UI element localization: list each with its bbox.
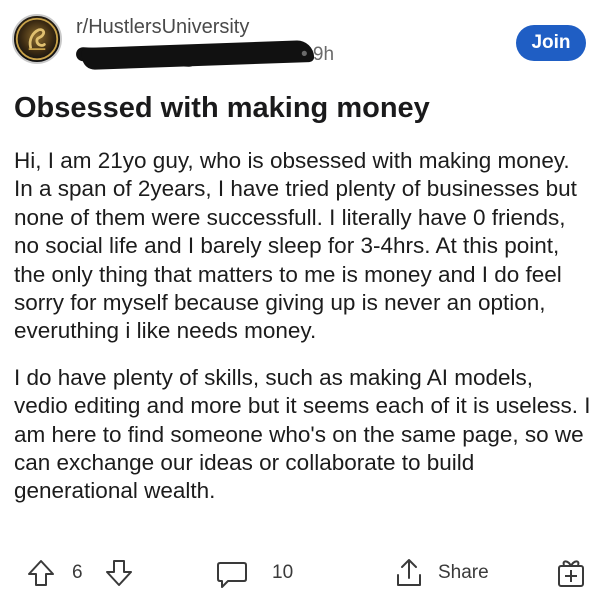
community-name[interactable]: r/HustlersUniversity xyxy=(76,16,249,39)
post-age: • 9h xyxy=(301,44,335,65)
post-header: r/HustlersUniversity • 9h Join xyxy=(0,0,600,80)
share-icon[interactable] xyxy=(394,557,424,589)
comment-icon[interactable] xyxy=(216,559,248,589)
award-icon[interactable] xyxy=(556,556,586,590)
community-logo-icon xyxy=(15,17,59,61)
vote-count: 6 xyxy=(72,562,83,583)
redaction-mark xyxy=(81,39,315,71)
post-action-bar: 6 10 Share xyxy=(0,552,600,594)
post-paragraph: I do have plenty of skills, such as maki… xyxy=(14,364,591,504)
comment-count: 10 xyxy=(272,562,294,583)
join-button[interactable]: Join xyxy=(516,25,586,61)
post-body: Hi, I am 21yo guy, who is obsessed with … xyxy=(14,147,592,524)
community-avatar[interactable] xyxy=(12,14,62,64)
post-paragraph: Hi, I am 21yo guy, who is obsessed with … xyxy=(14,148,577,344)
downvote-icon[interactable] xyxy=(104,558,134,588)
post-title: Obsessed with making money xyxy=(14,92,430,124)
upvote-icon[interactable] xyxy=(26,558,56,588)
share-button[interactable]: Share xyxy=(438,562,489,584)
post-meta: • 9h xyxy=(75,39,376,71)
